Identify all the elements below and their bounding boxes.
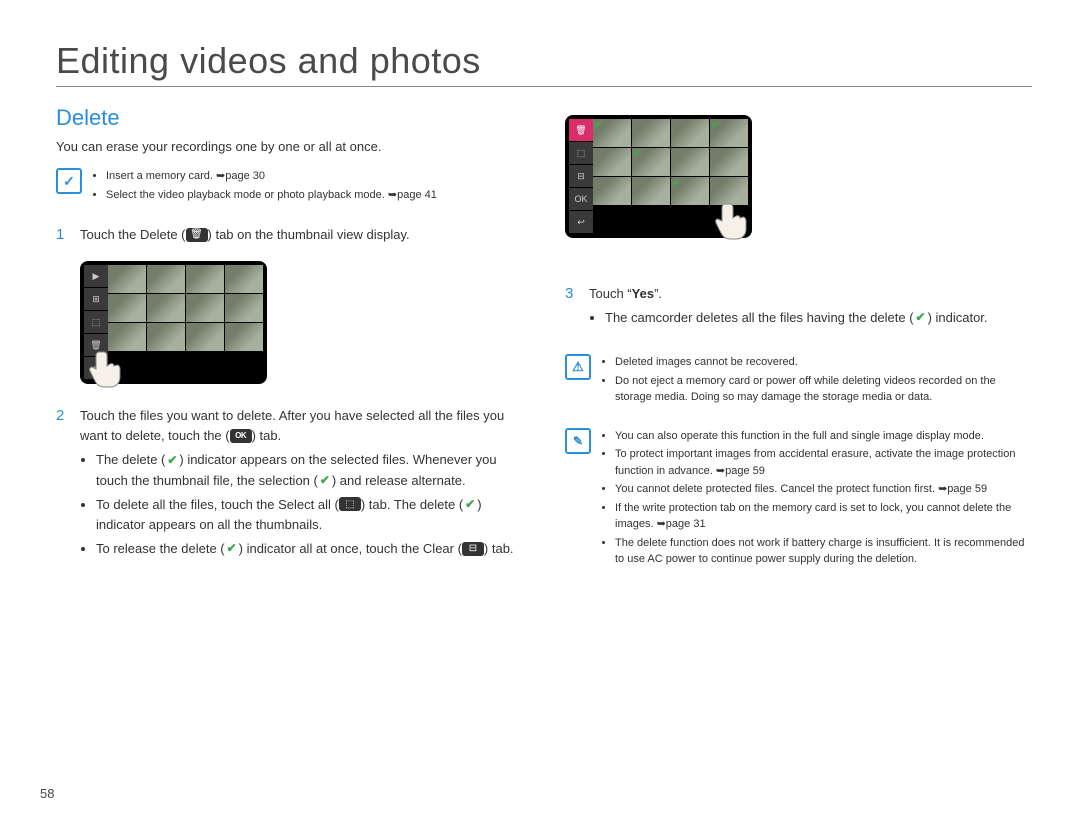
thumb-side-button: 🗑 [84, 334, 108, 357]
thumbnail-cell [108, 294, 146, 322]
thumb-side-button: ⊟ [569, 165, 593, 188]
thumb-side-button: 🗑 [569, 119, 593, 142]
section-title: Delete [56, 105, 523, 131]
select-all-icon [339, 497, 361, 511]
trash-icon [186, 228, 208, 242]
thumbnail-cell [108, 265, 146, 293]
note-item: To protect important images from acciden… [615, 446, 1032, 479]
thumbnail-cell [710, 148, 748, 176]
thumbnail-cell [671, 119, 709, 147]
thumbnail-cell [147, 323, 185, 351]
checkmark-icon [318, 473, 332, 487]
thumbnail-cell [186, 323, 224, 351]
thumbnail-cell [147, 265, 185, 293]
checkmark-icon [225, 542, 239, 556]
checkmark-icon: ✔ [594, 120, 602, 131]
thumbnail-cell [108, 323, 146, 351]
thumbnail-cell: ✔ [671, 177, 709, 205]
thumb-side-button: ▶ [84, 265, 108, 288]
ok-icon [230, 429, 252, 443]
thumbnail-cell [710, 177, 748, 205]
step-number: 1 [56, 225, 68, 245]
warning-icon [565, 354, 591, 380]
check-icon [56, 168, 82, 194]
arrow-icon [938, 483, 947, 495]
thumbnail-cell [225, 323, 263, 351]
arrow-icon [216, 170, 225, 182]
arrow-icon [657, 518, 666, 530]
thumbnail-cell [632, 177, 670, 205]
thumbnail-cell [593, 148, 631, 176]
clear-icon [462, 542, 484, 556]
checkmark-icon [165, 453, 179, 467]
thumbnail-cell [671, 148, 709, 176]
thumb-side-button: ⬚ [84, 311, 108, 334]
step-2: 2 Touch the files you want to delete. Af… [56, 406, 523, 563]
step-number: 3 [565, 284, 577, 332]
checkmark-icon [463, 497, 477, 511]
checkmark-icon: ✔ [672, 178, 680, 189]
thumb-side-button: ⏎ [84, 357, 108, 380]
chapter-title: Editing videos and photos [56, 40, 1032, 87]
thumb-side-button: ⊞ [84, 288, 108, 311]
thumbnail-cell [225, 265, 263, 293]
note-item: You cannot delete protected files. Cance… [615, 481, 1032, 498]
thumbnail-cell: ✔ [593, 119, 631, 147]
thumbnail-cell [147, 294, 185, 322]
thumbnail-figure-1: ▶⊞⬚🗑⏎ [80, 261, 267, 384]
arrow-icon [388, 189, 397, 201]
step-3-bullet: The camcorder deletes all the files havi… [605, 308, 988, 328]
checkmark-icon [914, 311, 928, 325]
warning-item: Deleted images cannot be recovered. [615, 354, 1032, 371]
arrow-icon [716, 465, 725, 477]
thumbnail-cell [225, 294, 263, 322]
thumb-side-button: ↩ [569, 211, 593, 234]
thumbnail-cell: ✔ [632, 148, 670, 176]
note-item: The delete function does not work if bat… [615, 535, 1032, 568]
prerequisite-box: Insert a memory card. page 30 Select the… [56, 168, 523, 205]
warning-box: Deleted images cannot be recovered. Do n… [565, 354, 1032, 408]
page-number: 58 [40, 786, 54, 801]
checkmark-icon: ✔ [711, 120, 719, 131]
step-2-bullet: The delete () indicator appears on the s… [96, 450, 523, 490]
thumbnail-cell [593, 177, 631, 205]
notes-box: You can also operate this function in th… [565, 428, 1032, 570]
prereq-item: Select the video playback mode or photo … [106, 187, 437, 204]
step-number: 2 [56, 406, 68, 563]
thumbnail-cell [632, 119, 670, 147]
note-icon [565, 428, 591, 454]
intro-text: You can erase your recordings one by one… [56, 139, 523, 154]
note-item: If the write protection tab on the memor… [615, 500, 1032, 533]
step-3: 3 Touch “Yes”. The camcorder deletes all… [565, 284, 1032, 332]
step-2-bullet: To release the delete () indicator all a… [96, 539, 523, 559]
thumb-side-button: OK [569, 188, 593, 211]
thumb-side-button: ⬚ [569, 142, 593, 165]
step-1: 1 Touch the Delete () tab on the thumbna… [56, 225, 523, 245]
thumbnail-cell [186, 265, 224, 293]
thumbnail-cell [186, 294, 224, 322]
thumbnail-figure-2: 🗑⬚⊟OK↩ ✔ ✔ ✔ ✔ [565, 115, 752, 238]
step-2-bullet: To delete all the files, touch the Selec… [96, 495, 523, 535]
note-item: You can also operate this function in th… [615, 428, 1032, 445]
checkmark-icon: ✔ [633, 149, 641, 160]
warning-item: Do not eject a memory card or power off … [615, 373, 1032, 406]
prereq-item: Insert a memory card. page 30 [106, 168, 437, 185]
thumbnail-cell: ✔ [710, 119, 748, 147]
